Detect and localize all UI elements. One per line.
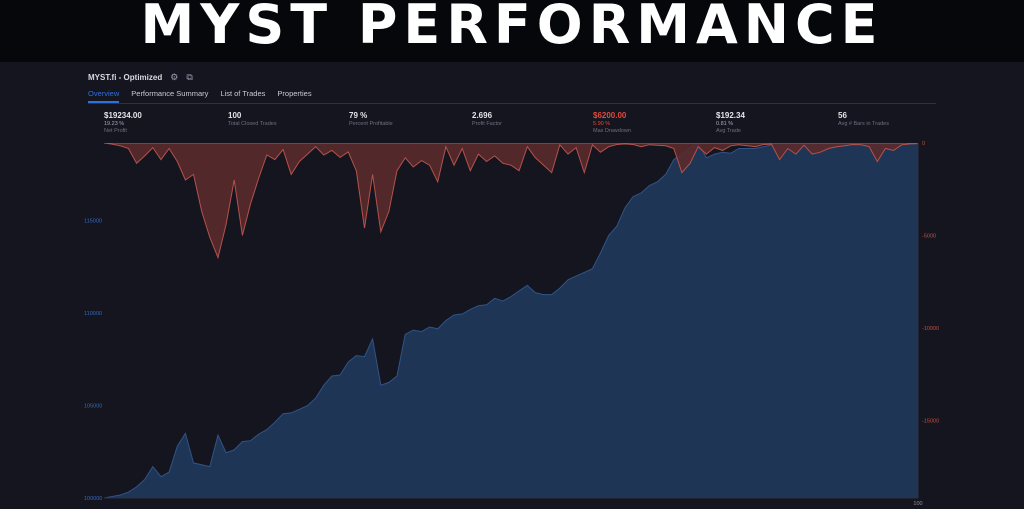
- equity-area: [104, 143, 918, 498]
- left-axis-tick-label: 100000: [84, 496, 102, 502]
- left-axis-tick-label: 115000: [84, 219, 102, 225]
- right-axis-tick-label: 0: [922, 141, 925, 147]
- left-axis-tick-label: 110000: [84, 311, 102, 317]
- x-axis-tick-label: 100: [913, 501, 922, 507]
- right-axis-tick-label: -15000: [922, 418, 939, 424]
- right-axis-tick-label: -5000: [922, 233, 936, 239]
- equity-drawdown-chart: 100000 105000 110000 115000 0 -5000 -10000 -150…: [84, 141, 939, 507]
- left-axis-tick-label: 105000: [84, 404, 102, 410]
- right-axis-tick-label: -10000: [922, 326, 939, 332]
